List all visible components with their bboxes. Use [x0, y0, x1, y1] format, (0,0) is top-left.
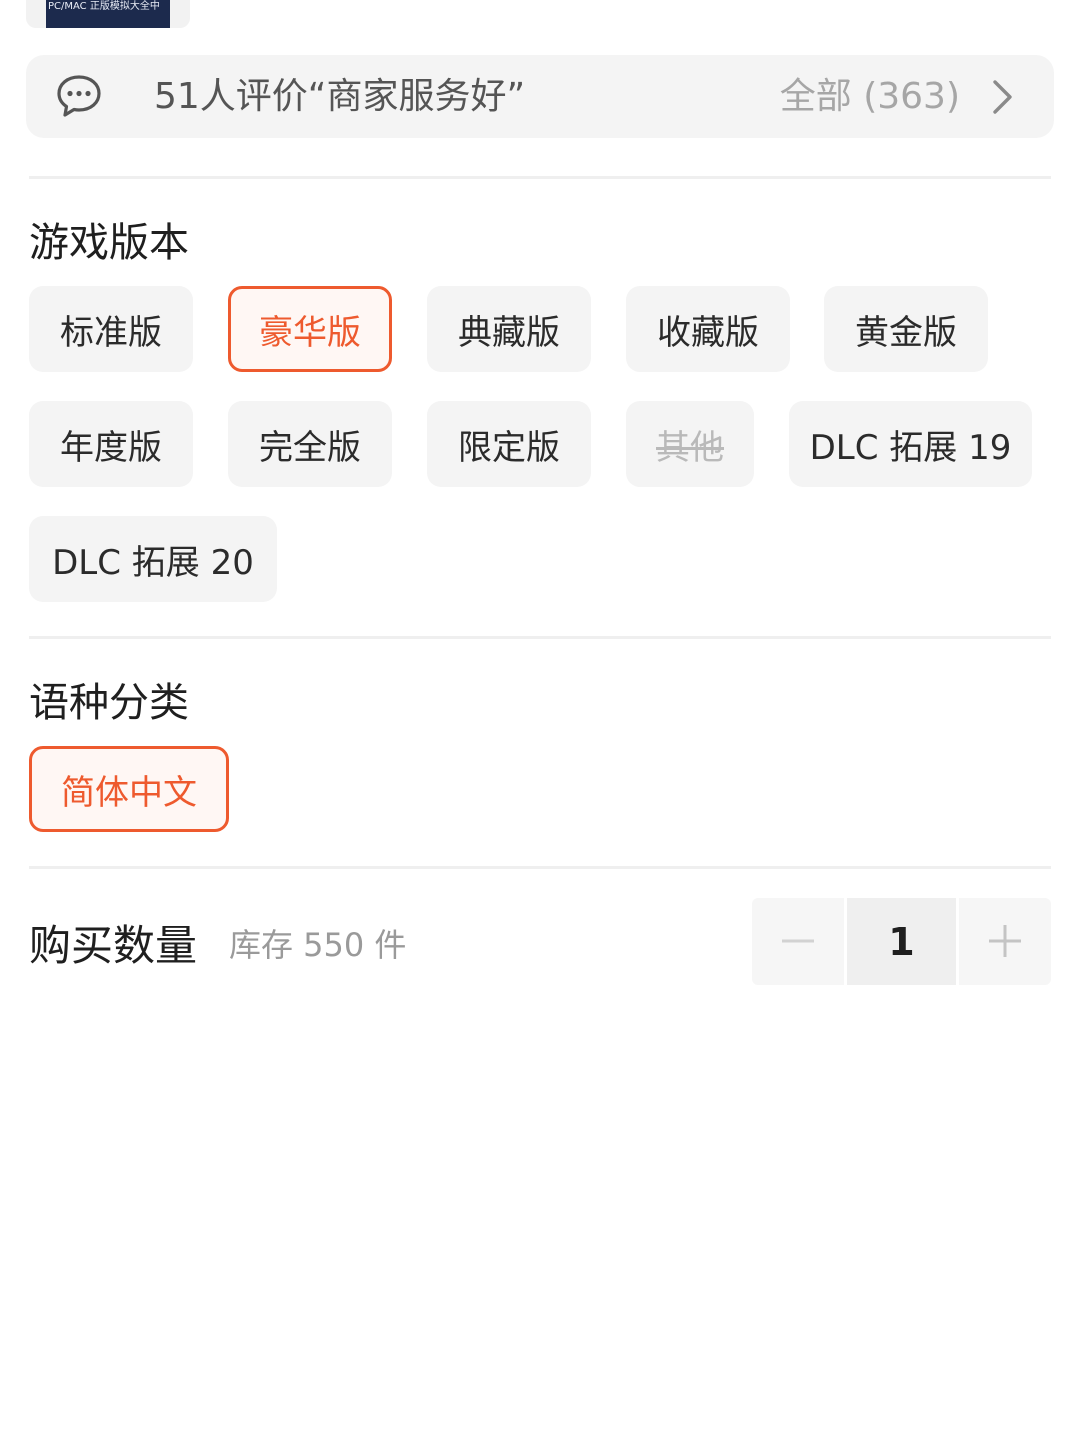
version-option-collection[interactable]: 收藏版	[626, 286, 790, 372]
language-option-simplified-chinese[interactable]: 简体中文	[29, 746, 229, 832]
version-option-dlc-20[interactable]: DLC 拓展 20	[29, 516, 277, 602]
decrease-quantity-button[interactable]	[752, 898, 844, 985]
version-option-complete[interactable]: 完全版	[228, 401, 392, 487]
version-option-label: 收藏版	[657, 312, 759, 353]
version-option-limited[interactable]: 限定版	[427, 401, 591, 487]
increase-quantity-button[interactable]	[959, 898, 1051, 985]
product-options-sheet: PC/MAC 正版模拟大全中 51人评价“商家服务好” 全部 (363) 游戏版…	[0, 0, 1080, 1440]
product-thumbnail-caption: PC/MAC 正版模拟大全中	[48, 1, 160, 12]
game-version-title: 游戏版本	[29, 220, 189, 266]
version-option-label: DLC 拓展 19	[809, 427, 1012, 468]
product-thumbnail-frame: PC/MAC 正版模拟大全中	[26, 0, 190, 28]
product-thumbnail: PC/MAC 正版模拟大全中	[46, 0, 170, 28]
purchase-quantity-label: 购买数量	[29, 921, 198, 970]
version-option-label: 限定版	[458, 427, 560, 468]
minus-icon	[782, 939, 814, 943]
version-option-label: 年度版	[60, 427, 162, 468]
language-option-label: 简体中文	[61, 772, 197, 813]
chat-bubble-icon	[57, 75, 101, 117]
version-option-label: 豪华版	[259, 312, 361, 353]
version-option-deluxe[interactable]: 豪华版	[228, 286, 392, 372]
version-option-label: 其他	[656, 427, 724, 468]
plus-icon	[989, 925, 1021, 957]
version-option-collectors[interactable]: 典藏版	[427, 286, 591, 372]
review-all-link[interactable]: 全部 (363)	[780, 55, 960, 138]
version-option-other: 其他	[626, 401, 754, 487]
quantity-stepper: 1	[752, 898, 1051, 985]
version-option-label: 标准版	[60, 312, 162, 353]
divider	[29, 636, 1051, 639]
divider	[29, 176, 1051, 179]
review-summary-text: 51人评价“商家服务好”	[154, 76, 526, 117]
divider	[29, 866, 1051, 869]
version-option-dlc-19[interactable]: DLC 拓展 19	[789, 401, 1032, 487]
version-option-label: 典藏版	[458, 312, 560, 353]
version-option-goty[interactable]: 年度版	[29, 401, 193, 487]
version-option-label: 黄金版	[855, 312, 957, 353]
version-option-standard[interactable]: 标准版	[29, 286, 193, 372]
stock-count: 库存 550 件	[229, 926, 407, 964]
quantity-value[interactable]: 1	[847, 898, 956, 985]
version-option-label: 完全版	[259, 427, 361, 468]
chevron-right-icon	[993, 80, 1012, 114]
review-summary-bar[interactable]: 51人评价“商家服务好” 全部 (363)	[26, 55, 1054, 138]
version-option-gold[interactable]: 黄金版	[824, 286, 988, 372]
version-option-label: DLC 拓展 20	[52, 542, 254, 583]
language-title: 语种分类	[29, 680, 189, 726]
